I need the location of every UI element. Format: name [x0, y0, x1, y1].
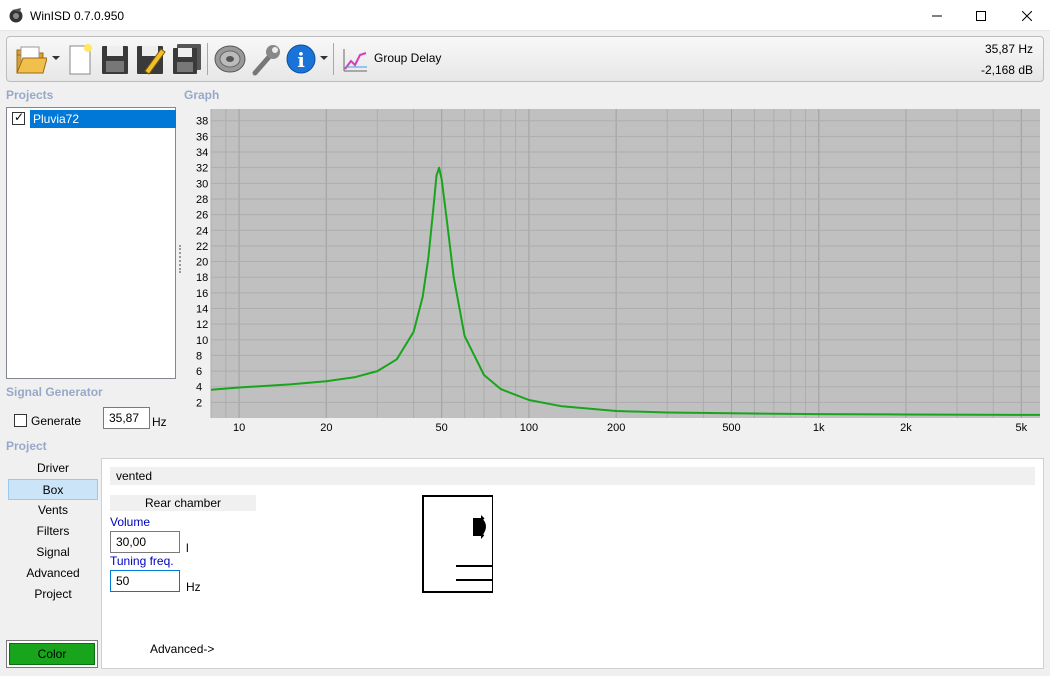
- project-nav: Driver Box Vents Filters Signal Advanced…: [8, 458, 98, 605]
- y-tick-label: 24: [196, 225, 208, 237]
- tuning-freq-input[interactable]: [110, 570, 180, 592]
- maximize-icon: [976, 10, 986, 21]
- x-tick-label: 50: [436, 422, 448, 434]
- splitter-grip[interactable]: [179, 245, 181, 273]
- y-tick-label: 10: [196, 335, 208, 347]
- tuning-freq-unit: Hz: [186, 580, 201, 594]
- x-tick-label: 5k: [1016, 422, 1028, 434]
- toolbar-separator: [207, 43, 208, 75]
- nav-signal[interactable]: Signal: [8, 542, 98, 563]
- y-tick-label: 38: [196, 116, 208, 128]
- y-tick-label: 34: [196, 147, 208, 159]
- app-logo-icon: [9, 8, 23, 23]
- graph-header: Graph: [184, 88, 220, 102]
- y-tick-label: 32: [196, 163, 208, 175]
- projects-list[interactable]: Pluvia72: [6, 107, 176, 379]
- y-tick-label: 14: [196, 303, 208, 315]
- x-tick-label: 1k: [813, 422, 825, 434]
- x-tick-label: 100: [520, 422, 538, 434]
- project-header: Project: [6, 439, 47, 453]
- advanced-link[interactable]: Advanced->: [150, 642, 214, 656]
- y-tick-label: 8: [196, 350, 202, 362]
- info-icon[interactable]: i: [285, 41, 317, 77]
- project-name-label[interactable]: Pluvia72: [30, 110, 176, 128]
- project-item[interactable]: Pluvia72: [9, 110, 176, 128]
- y-tick-label: 4: [196, 382, 202, 394]
- nav-project[interactable]: Project: [8, 584, 98, 605]
- box-type-label: vented: [110, 467, 1035, 485]
- y-tick-label: 30: [196, 178, 208, 190]
- volume-label: Volume: [110, 515, 151, 529]
- window-title: WinISD 0.7.0.950: [30, 9, 125, 23]
- generator-frequency-input[interactable]: [103, 407, 150, 429]
- save-all-icon[interactable]: [171, 41, 203, 77]
- speaker-icon[interactable]: [213, 41, 247, 77]
- group-delay-label[interactable]: Group Delay: [374, 51, 441, 65]
- y-tick-label: 6: [196, 366, 202, 378]
- y-tick-label: 28: [196, 194, 208, 206]
- volume-unit: l: [186, 541, 189, 555]
- volume-input[interactable]: [110, 531, 180, 553]
- x-tick-label: 20: [320, 422, 332, 434]
- maximize-button[interactable]: [958, 0, 1004, 31]
- y-tick-label: 18: [196, 272, 208, 284]
- group-delay-icon[interactable]: [341, 41, 369, 77]
- save-as-icon[interactable]: [135, 41, 167, 77]
- signal-generator-header: Signal Generator: [6, 385, 103, 399]
- generate-checkbox[interactable]: [14, 414, 27, 427]
- color-button-label: Color: [9, 643, 95, 665]
- open-folder-icon[interactable]: [15, 41, 47, 77]
- toolbar: i Group Delay 35,87 Hz -2,168 dB: [6, 36, 1044, 82]
- plot-background: [211, 109, 1040, 418]
- graph-area[interactable]: 2 4 6 8 10 12 14 16 18 20 22 24 26 28 30 32 34 36 38 10 20 50…: [183, 107, 1044, 434]
- box-panel: vented Rear chamber Volume l Tuning freq…: [101, 458, 1044, 669]
- y-tick-label: 16: [196, 288, 208, 300]
- toolbar-separator: [333, 43, 334, 75]
- y-tick-label: 36: [196, 131, 208, 143]
- nav-box[interactable]: Box: [8, 479, 98, 500]
- open-dropdown-arrow[interactable]: [52, 56, 60, 60]
- svg-text:i: i: [297, 48, 305, 72]
- y-tick-label: 20: [196, 257, 208, 269]
- nav-filters[interactable]: Filters: [8, 521, 98, 542]
- generator-unit-label: Hz: [152, 415, 167, 429]
- x-tick-label: 10: [233, 422, 245, 434]
- nav-driver[interactable]: Driver: [8, 458, 98, 479]
- response-chart[interactable]: 246810121416182022242628303234363810 20 50…: [183, 107, 1044, 434]
- info-dropdown-arrow[interactable]: [320, 56, 328, 60]
- db-readout: -2,168 dB: [980, 63, 1033, 77]
- generate-label: Generate: [31, 414, 82, 428]
- close-button[interactable]: [1004, 0, 1050, 31]
- x-tick-label: 200: [607, 422, 625, 434]
- nav-vents[interactable]: Vents: [8, 500, 98, 521]
- tuning-freq-label: Tuning freq.: [110, 554, 174, 568]
- frequency-readout: 35,87 Hz: [984, 42, 1033, 56]
- minimize-button[interactable]: [914, 0, 960, 31]
- rear-chamber-header: Rear chamber: [110, 495, 256, 511]
- y-tick-label: 22: [196, 241, 208, 253]
- wrench-icon[interactable]: [249, 41, 283, 77]
- project-visible-checkbox[interactable]: [12, 110, 25, 125]
- new-document-icon[interactable]: [67, 41, 95, 77]
- title-bar: WinISD 0.7.0.950: [0, 0, 1050, 31]
- y-tick-label: 12: [196, 319, 208, 331]
- color-button[interactable]: Color: [6, 640, 98, 668]
- x-tick-label: 500: [722, 422, 740, 434]
- save-icon[interactable]: [100, 41, 130, 77]
- close-icon: [1022, 10, 1032, 21]
- y-tick-label: 2: [196, 397, 202, 409]
- projects-header: Projects: [6, 88, 54, 102]
- x-tick-label: 2k: [900, 422, 912, 434]
- y-tick-label: 26: [196, 210, 208, 222]
- vented-box-diagram: [422, 495, 502, 595]
- minimize-icon: [932, 15, 942, 16]
- nav-advanced[interactable]: Advanced: [8, 563, 98, 584]
